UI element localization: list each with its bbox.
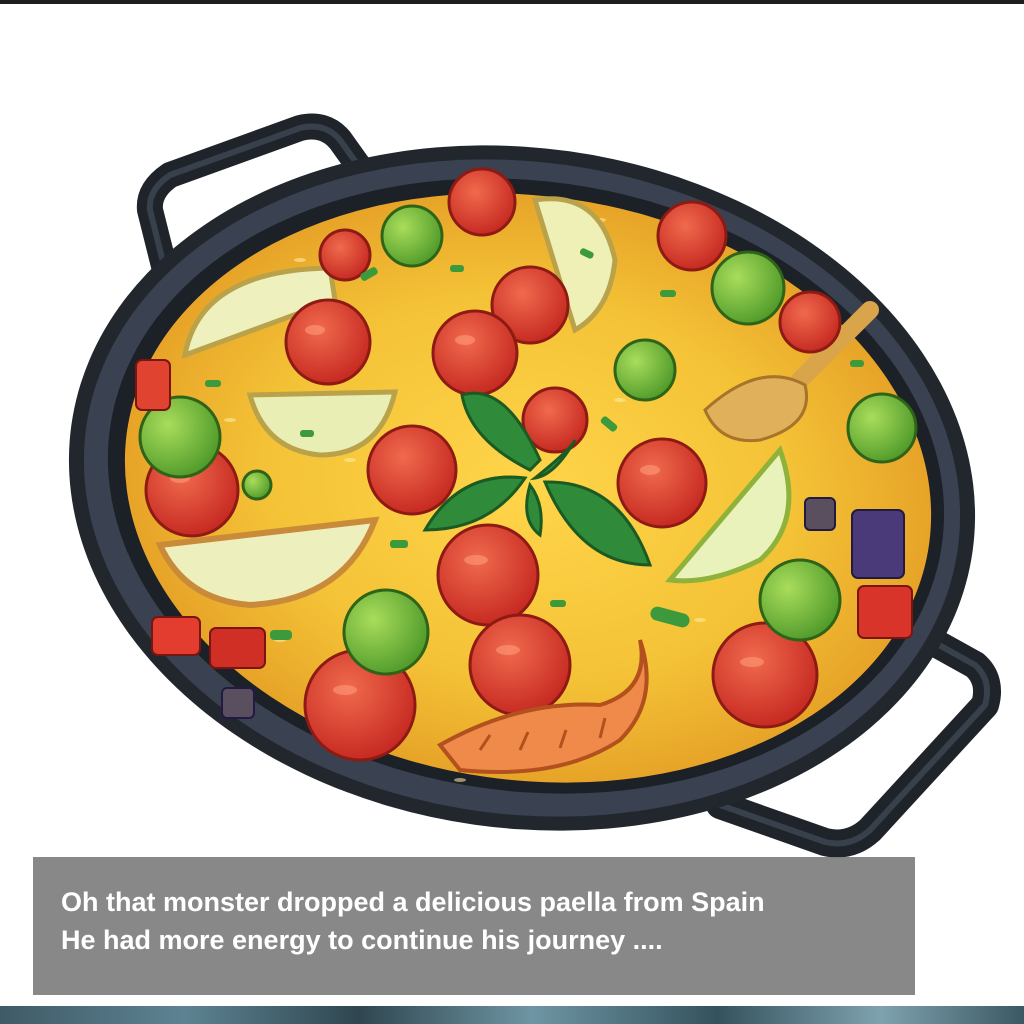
next-scene-preview [0,1006,1024,1024]
dialog-box[interactable]: Oh that monster dropped a delicious pael… [33,857,915,995]
dialog-line-2: He had more energy to continue his journ… [61,925,663,955]
dialog-line-1: Oh that monster dropped a delicious pael… [61,887,765,917]
